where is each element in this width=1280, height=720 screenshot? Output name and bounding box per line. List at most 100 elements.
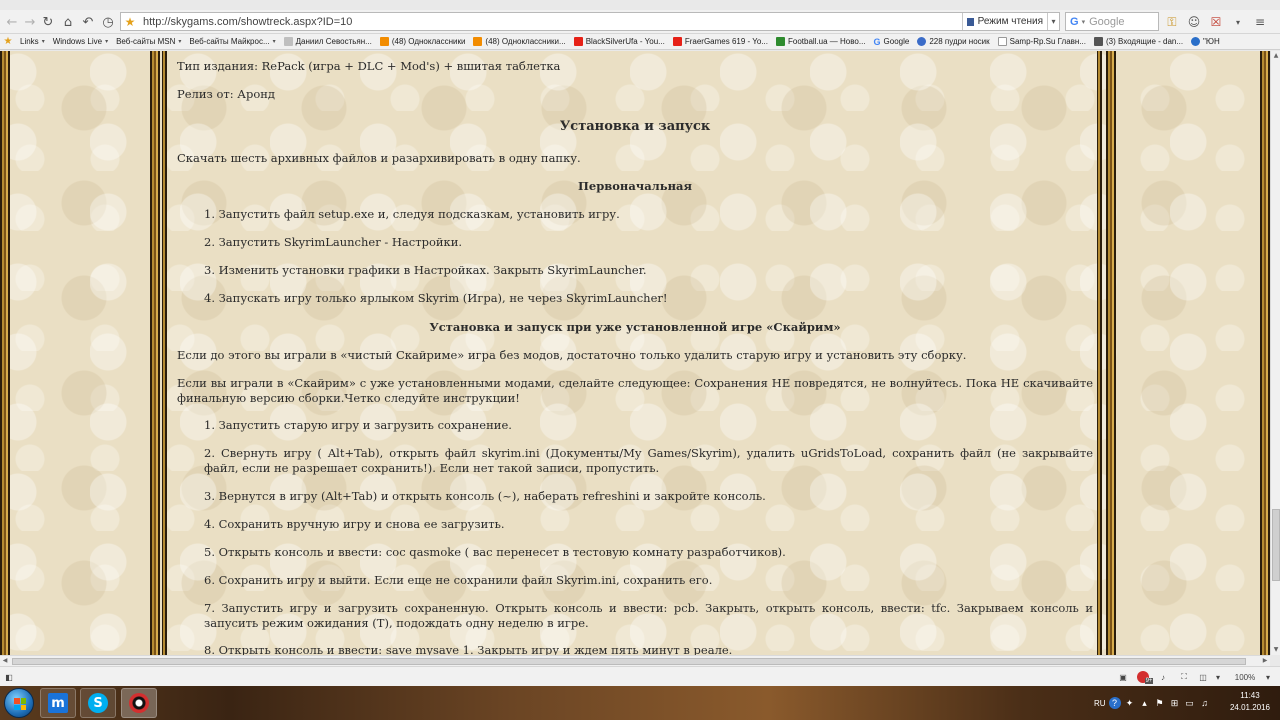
skype-icon: S [88, 693, 108, 713]
bookmark-item[interactable]: (3) Входящие - dan... [1090, 34, 1187, 49]
extension-icon[interactable]: ☒ [1206, 12, 1226, 32]
bookmarks-star-icon[interactable]: ★ [0, 36, 16, 47]
home-icon[interactable]: ⌂ [58, 12, 78, 32]
forward-arrow-icon[interactable]: → [20, 12, 40, 32]
favicon-icon [283, 37, 293, 46]
mod-step: 3. Вернутся в игру (Alt+Tab) и открыть к… [204, 489, 766, 503]
bookmark-star-icon[interactable]: ★ [121, 15, 139, 29]
person-icon[interactable]: ☺ [1184, 12, 1204, 32]
back-arrow-icon[interactable]: ← [2, 12, 22, 32]
scroll-up-arrow-icon[interactable]: ▲ [1271, 51, 1280, 61]
bookmark-label: Windows Live [52, 37, 103, 46]
sidebar-toggle-icon[interactable]: ◧ [2, 671, 16, 683]
para-clean: Если до этого вы играли в «чистый Скайри… [177, 348, 967, 362]
tray-windows-icon[interactable]: ⊞ [1169, 697, 1181, 709]
reader-mode-label: Режим чтения [977, 16, 1043, 27]
right-border-rail [1260, 51, 1270, 655]
mod-step: 4. Сохранить вручную игру и снова ее заг… [204, 517, 505, 531]
adblock-count: 9+ [1144, 678, 1154, 684]
bookmark-item[interactable]: "ЮН [1187, 34, 1224, 49]
bookmark-label: "ЮН [1203, 37, 1220, 46]
help-icon[interactable]: ? [1108, 697, 1121, 709]
mail-icon [1093, 37, 1103, 46]
scroll-right-arrow-icon[interactable]: ▶ [1260, 656, 1270, 666]
bookmark-item[interactable]: 228 пудри носик [913, 34, 993, 49]
windows-taskbar: m S RU ? ✦ ▴ ⚑ ⊞ ▭ ♫ 11:43 24.01.2016 [0, 686, 1280, 720]
undo-close-tab-icon[interactable]: ↶ [78, 12, 98, 32]
url-text[interactable]: http://skygams.com/showtreck.aspx?ID=10 [139, 16, 962, 28]
vertical-scrollbar[interactable]: ▲ ▼ [1270, 51, 1280, 655]
bookmark-item[interactable]: (48) Одноклассники... [469, 34, 569, 49]
extension-caret-icon[interactable]: ▾ [1228, 12, 1248, 32]
bookmark-item[interactable]: Веб-сайты MSN ▾ [112, 34, 185, 49]
bookmark-label: Samp-Rp.Su Главн... [1009, 37, 1086, 46]
tray-volume-icon[interactable]: ♫ [1199, 697, 1211, 709]
bookmark-item[interactable]: G Google [870, 34, 914, 49]
key-icon[interactable]: ⚿ [1162, 12, 1182, 32]
bookmark-label: (48) Одноклассники... [485, 37, 566, 46]
split-view-icon[interactable]: ◫ [1197, 671, 1209, 683]
football-icon [776, 37, 785, 46]
bookmark-item[interactable]: Windows Live ▾ [49, 34, 112, 49]
mod-step: 7. Запустить игру и загрузить сохраненну… [204, 601, 1093, 630]
bookmark-item[interactable]: BlackSilverUfa - You... [570, 34, 669, 49]
search-engine-caret-icon[interactable]: ▾ [1082, 18, 1090, 26]
horizontal-scrollbar[interactable]: ◀ ▶ [0, 655, 1270, 666]
left-border-rail [0, 51, 10, 655]
system-tray: RU ? ✦ ▴ ⚑ ⊞ ▭ ♫ [1094, 686, 1211, 720]
zoom-caret-icon[interactable]: ▾ [1262, 671, 1274, 683]
language-indicator[interactable]: RU [1094, 699, 1106, 708]
bookmark-item[interactable]: Даниил Севостьян... [280, 34, 376, 49]
mod-step: 6. Сохранить игру и выйти. Если еще не с… [204, 573, 713, 587]
youtube-icon [573, 37, 583, 46]
bookmark-item[interactable]: Samp-Rp.Su Главн... [994, 34, 1090, 49]
vertical-scroll-thumb[interactable] [1272, 509, 1280, 581]
bookmark-item[interactable]: Football.ua — Ново... [772, 34, 870, 49]
odnoklassniki-icon [379, 37, 389, 46]
taskbar-skype-button[interactable]: S [80, 688, 116, 718]
address-bar[interactable]: ★ http://skygams.com/showtreck.aspx?ID=1… [120, 12, 1060, 31]
adblock-icon[interactable]: 9+ [1135, 671, 1155, 684]
reload-icon[interactable]: ↻ [38, 12, 58, 32]
bookmark-item[interactable]: (48) Одноклассники [376, 34, 470, 49]
tray-flag-icon[interactable]: ⚑ [1154, 697, 1166, 709]
start-button[interactable] [4, 688, 34, 718]
history-clock-icon[interactable]: ◷ [98, 12, 118, 32]
menu-gear-icon[interactable]: ≡ [1250, 12, 1270, 32]
media-app-icon: m [48, 693, 68, 713]
initial-step: 4. Запускать игру только ярлыком Skyrim … [204, 291, 668, 305]
vk-icon [917, 37, 927, 46]
scroll-down-arrow-icon[interactable]: ▼ [1271, 645, 1280, 655]
bookmark-label: Links [20, 37, 39, 46]
page-viewport[interactable]: Тип издания: RePack (игра + DLC + Mod's)… [0, 51, 1270, 655]
heading-installed: Установка и запуск при уже установленной… [429, 320, 841, 334]
tray-network-icon[interactable]: ✦ [1124, 697, 1136, 709]
fullscreen-icon[interactable]: ⛶ [1178, 671, 1190, 683]
tray-monitor-icon[interactable]: ▭ [1184, 697, 1196, 709]
tray-expand-icon[interactable]: ▴ [1139, 697, 1151, 709]
mod-step: 1. Запустить старую игру и загрузить сох… [204, 418, 512, 432]
volume-icon[interactable]: ♪ [1157, 671, 1169, 683]
status-bar: ◧ ▣ 9+ ♪ ⛶ ◫ ▾ 100% ▾ [0, 666, 1280, 686]
bookmark-item[interactable]: Links ▾ [16, 34, 49, 49]
search-placeholder[interactable]: Google [1089, 16, 1124, 28]
system-clock[interactable]: 11:43 24.01.2016 [1226, 690, 1274, 714]
scroll-left-arrow-icon[interactable]: ◀ [0, 656, 10, 666]
horizontal-scroll-thumb[interactable] [12, 658, 1246, 665]
taskbar-app-button[interactable]: m [40, 688, 76, 718]
clock-time: 11:43 [1240, 691, 1260, 700]
bookmark-item[interactable]: FraerGames 619 - Yo... [669, 34, 772, 49]
image-toggle-icon[interactable]: ▣ [1116, 671, 1130, 683]
mod-step: 8. Открыть консоль и ввести: save mysave… [204, 643, 733, 655]
chevron-down-icon: ▾ [272, 39, 276, 45]
para-mods: Если вы играли в «Скайрим» с уже установ… [177, 376, 1093, 405]
zoom-level[interactable]: 100% [1230, 671, 1260, 683]
zoom-dropdown-icon[interactable]: ▾ [1212, 671, 1224, 683]
reader-dropdown-caret-icon[interactable]: ▾ [1047, 13, 1059, 30]
heading-initial: Первоначальная [578, 179, 692, 193]
search-box[interactable]: G ▾ Google [1065, 12, 1159, 31]
reader-mode-button[interactable]: Режим чтения [961, 13, 1047, 30]
windows-logo-icon [14, 698, 26, 710]
taskbar-browser-button[interactable] [121, 688, 157, 718]
bookmark-item[interactable]: Веб-сайты Майкрос... ▾ [185, 34, 279, 49]
